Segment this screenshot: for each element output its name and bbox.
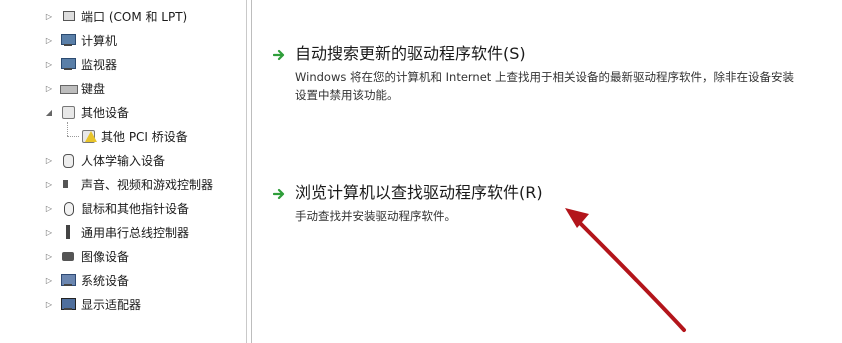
expand-icon[interactable]: ▷ [44, 60, 54, 69]
update-driver-panel: 自动搜索更新的驱动程序软件(S) Windows 将在您的计算机和 Intern… [247, 0, 842, 343]
expand-icon[interactable]: ▷ [44, 12, 54, 21]
tree-item-label: 人体学输入设备 [81, 153, 166, 168]
warning-device-icon [80, 129, 97, 143]
browse-computer-option[interactable]: 浏览计算机以查找驱动程序软件(R) 手动查找并安装驱动程序软件。 [273, 183, 805, 225]
mouse-icon [60, 201, 76, 216]
tree-item-mouse[interactable]: ▷ 鼠标和其他指针设备 [44, 198, 189, 218]
system-devices-icon [60, 273, 76, 287]
green-arrow-icon [273, 188, 285, 200]
display-adapter-icon [60, 297, 76, 311]
expand-icon[interactable]: ▷ [44, 228, 54, 237]
expand-icon[interactable]: ▷ [44, 36, 54, 45]
tree-item-label: 监视器 [81, 57, 118, 72]
tree-item-label: 端口 (COM 和 LPT) [81, 9, 188, 24]
port-icon [60, 9, 76, 23]
expand-icon[interactable]: ▷ [44, 204, 54, 213]
expand-icon[interactable]: ▷ [44, 156, 54, 165]
tree-item-imaging[interactable]: ▷ 图像设备 [44, 246, 129, 266]
tree-item-sound-video[interactable]: ▷ 声音、视频和游戏控制器 [44, 174, 213, 194]
expand-icon[interactable]: ▷ [44, 180, 54, 189]
tree-item-computer[interactable]: ▷ 计算机 [44, 30, 117, 50]
tree-item-hid[interactable]: ▷ 人体学输入设备 [44, 150, 165, 170]
tree-item-label: 键盘 [81, 81, 106, 96]
expand-icon[interactable]: ▷ [44, 276, 54, 285]
tree-item-display[interactable]: ▷ 显示适配器 [44, 294, 141, 314]
tree-item-label: 通用串行总线控制器 [81, 225, 190, 240]
tree-item-other-pci-bridge[interactable]: 其他 PCI 桥设备 [80, 126, 188, 146]
camera-icon [60, 249, 76, 263]
hid-icon [60, 153, 76, 168]
tree-item-keyboard[interactable]: ▷ 键盘 [44, 78, 105, 98]
tree-item-label: 声音、视频和游戏控制器 [81, 177, 214, 192]
tree-item-label: 计算机 [81, 33, 118, 48]
tree-item-usb[interactable]: ▷ 通用串行总线控制器 [44, 222, 189, 242]
tree-item-label: 其他 PCI 桥设备 [101, 129, 188, 144]
option-description: 手动查找并安装驱动程序软件。 [295, 209, 456, 223]
auto-search-option[interactable]: 自动搜索更新的驱动程序软件(S) Windows 将在您的计算机和 Intern… [273, 44, 805, 104]
tree-item-label: 显示适配器 [81, 297, 142, 312]
keyboard-icon [60, 81, 78, 95]
option-description: Windows 将在您的计算机和 Internet 上查找用于相关设备的最新驱动… [295, 70, 794, 102]
tree-connector [67, 136, 79, 137]
tree-item-ports[interactable]: ▷ 端口 (COM 和 LPT) [44, 6, 187, 26]
usb-icon [60, 225, 76, 239]
device-tree-panel: ▷ 端口 (COM 和 LPT) ▷ 计算机 ▷ 监视器 ▷ 键盘 ◢ 其他设备… [0, 0, 247, 343]
tree-item-label: 系统设备 [81, 273, 130, 288]
expand-icon[interactable]: ▷ [44, 300, 54, 309]
tree-connector [67, 122, 68, 136]
tree-item-label: 其他设备 [81, 105, 130, 120]
option-title[interactable]: 浏览计算机以查找驱动程序软件(R) [295, 183, 805, 203]
tree-item-label: 鼠标和其他指针设备 [81, 201, 190, 216]
expand-icon[interactable]: ▷ [44, 84, 54, 93]
tree-item-other-devices[interactable]: ◢ 其他设备 [44, 102, 129, 122]
other-devices-icon [60, 105, 76, 119]
expand-icon[interactable]: ▷ [44, 252, 54, 261]
tree-item-monitor[interactable]: ▷ 监视器 [44, 54, 117, 74]
monitor-icon [60, 57, 76, 71]
tree-item-label: 图像设备 [81, 249, 130, 264]
collapse-icon[interactable]: ◢ [44, 108, 54, 117]
tree-item-system[interactable]: ▷ 系统设备 [44, 270, 129, 290]
green-arrow-icon [273, 49, 285, 61]
computer-icon [60, 33, 76, 47]
panel-divider [251, 0, 252, 343]
speaker-icon [60, 177, 76, 191]
option-title[interactable]: 自动搜索更新的驱动程序软件(S) [295, 44, 805, 64]
